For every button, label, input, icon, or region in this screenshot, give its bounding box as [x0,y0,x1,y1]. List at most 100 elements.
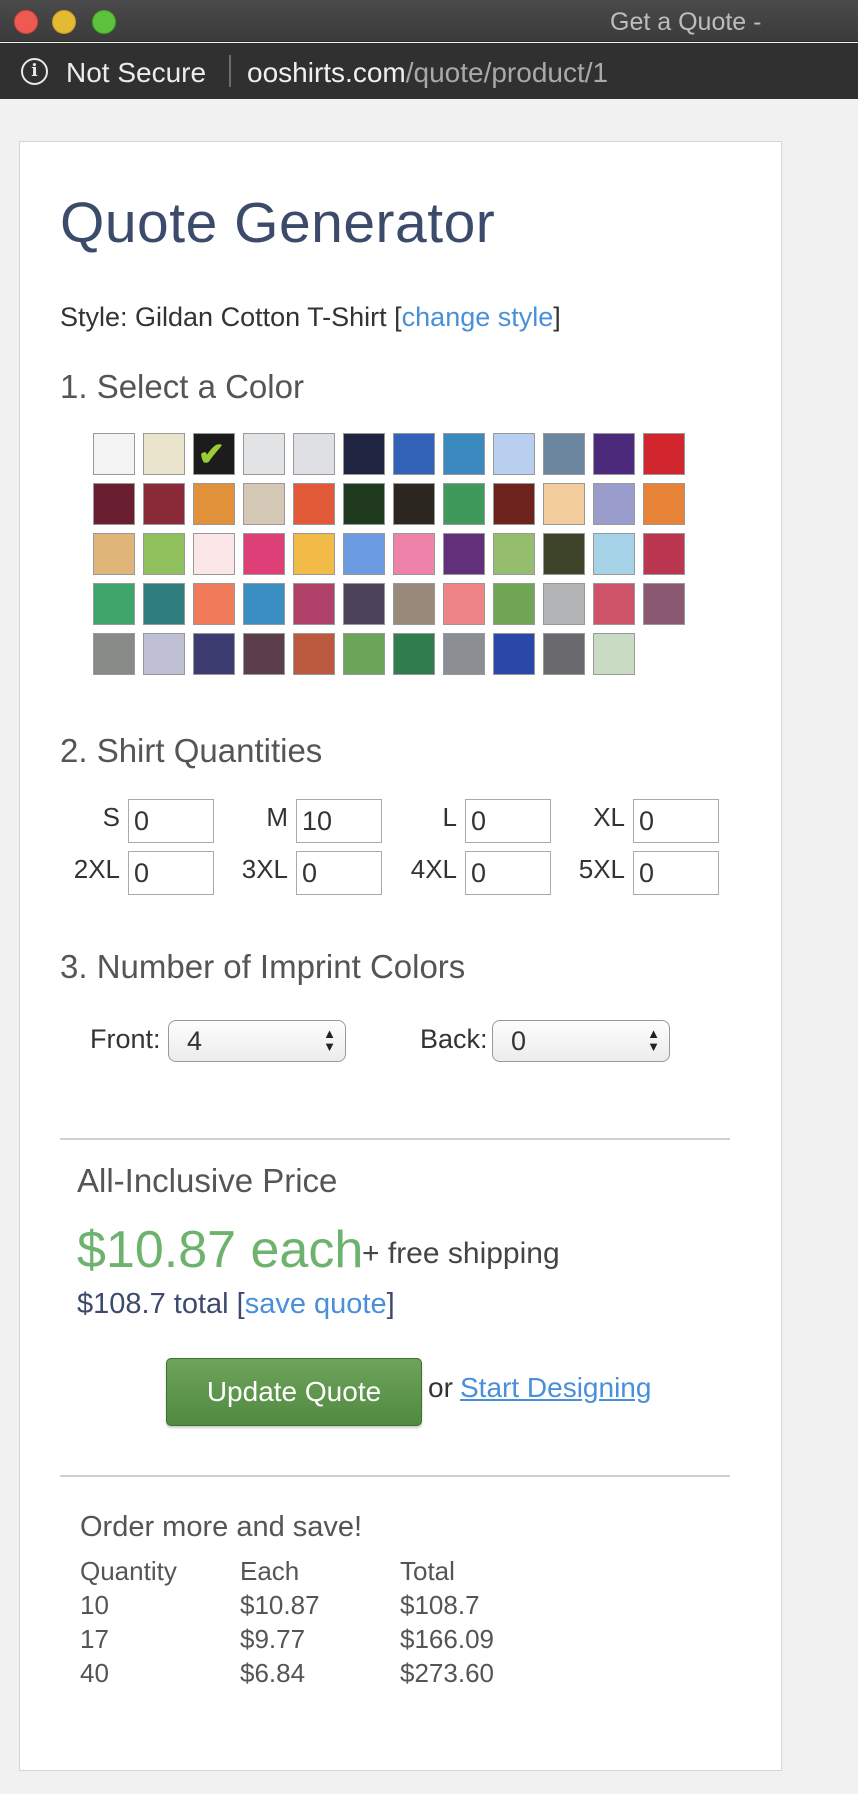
quantity-input[interactable] [128,851,214,895]
close-window-button[interactable] [14,10,38,34]
color-swatch[interactable] [143,483,185,525]
start-designing-link[interactable]: Start Designing [460,1372,651,1404]
color-swatch[interactable] [393,483,435,525]
color-swatch[interactable] [493,483,535,525]
color-swatch[interactable] [293,533,335,575]
color-swatch[interactable] [593,633,635,675]
table-header-cell: Quantity [80,1556,177,1586]
color-swatch[interactable] [543,533,585,575]
color-swatch[interactable] [493,583,535,625]
color-swatch[interactable] [93,433,135,475]
color-swatch[interactable] [343,433,385,475]
color-swatch[interactable] [543,583,585,625]
color-swatch[interactable] [543,633,585,675]
color-swatch[interactable] [493,433,535,475]
select-arrows-icon: ▲ ▼ [323,1026,336,1054]
color-swatch[interactable] [143,533,185,575]
color-swatch[interactable] [343,583,385,625]
quantity-input[interactable] [633,851,719,895]
address-bar[interactable]: i Not Secure ooshirts.com/quote/product/… [0,43,858,99]
color-swatch[interactable] [243,533,285,575]
color-swatch[interactable] [343,483,385,525]
color-swatch[interactable] [193,583,235,625]
quantity-input[interactable] [633,799,719,843]
style-suffix: ] [553,302,561,332]
color-swatch[interactable] [493,533,535,575]
color-swatch[interactable] [243,633,285,675]
color-swatch[interactable] [193,483,235,525]
color-swatch[interactable] [443,583,485,625]
color-swatch[interactable] [93,583,135,625]
order-divider [60,1475,730,1477]
color-swatch[interactable] [393,583,435,625]
quantity-input[interactable] [465,799,551,843]
back-label: Back: [420,1024,488,1054]
select-color-heading: 1. Select a Color [60,368,304,405]
color-swatch[interactable] [593,483,635,525]
minimize-window-button[interactable] [52,10,76,34]
color-swatch[interactable] [443,533,485,575]
info-icon[interactable]: i [21,58,48,85]
color-swatch[interactable] [393,533,435,575]
or-text: or [428,1372,453,1403]
color-swatch[interactable] [193,633,235,675]
color-swatch[interactable] [93,633,135,675]
back-colors-select[interactable]: 0 ▲ ▼ [492,1020,670,1062]
quantity-input[interactable] [296,799,382,843]
window-title: Get a Quote - [610,8,762,36]
color-swatch[interactable] [443,433,485,475]
color-swatch[interactable] [293,433,335,475]
color-swatch[interactable] [543,433,585,475]
imprint-colors-heading: 3. Number of Imprint Colors [60,948,466,985]
quantity-input[interactable] [296,851,382,895]
front-colors-select[interactable]: 4 ▲ ▼ [168,1020,346,1062]
color-swatch[interactable] [643,533,685,575]
color-swatch[interactable] [293,483,335,525]
price-each: $10.87 each [77,1221,364,1279]
quantity-input[interactable] [465,851,551,895]
color-swatch[interactable] [293,633,335,675]
color-swatch[interactable] [593,433,635,475]
color-swatch[interactable] [343,533,385,575]
color-swatch[interactable] [93,483,135,525]
color-swatch[interactable] [643,583,685,625]
color-swatch[interactable] [143,633,185,675]
quantity-input[interactable] [128,799,214,843]
color-swatch[interactable] [243,483,285,525]
color-swatch[interactable] [643,483,685,525]
window-titlebar: Get a Quote - [0,0,858,42]
color-swatch[interactable] [193,533,235,575]
color-swatch[interactable] [343,633,385,675]
color-swatch[interactable] [293,583,335,625]
shirt-quantities-heading: 2. Shirt Quantities [60,732,323,769]
color-swatch[interactable] [243,433,285,475]
total-line: $108.7 total [save quote] [77,1288,395,1320]
color-swatch[interactable] [593,583,635,625]
front-colors-value: 4 [187,1026,203,1056]
color-swatch[interactable]: ✔ [193,433,235,475]
color-swatch[interactable] [143,433,185,475]
color-swatch[interactable] [243,583,285,625]
save-quote-link[interactable]: save quote [245,1288,387,1320]
color-swatch[interactable] [143,583,185,625]
color-swatch[interactable] [443,633,485,675]
update-quote-button[interactable]: Update Quote [166,1358,422,1426]
color-swatch[interactable] [93,533,135,575]
color-swatch[interactable] [593,533,635,575]
color-swatch[interactable] [393,433,435,475]
url-text[interactable]: ooshirts.com/quote/product/1 [247,57,608,89]
zoom-window-button[interactable] [92,10,116,34]
table-cell: 40 [80,1658,109,1688]
free-shipping-note: + free shipping [362,1237,560,1270]
color-swatch[interactable] [543,483,585,525]
table-cell: 10 [80,1590,109,1620]
color-swatch[interactable] [393,633,435,675]
color-swatch[interactable] [493,633,535,675]
size-label: 5XL [578,854,625,884]
change-style-link[interactable]: change style [402,302,554,332]
table-cell: $166.09 [400,1624,494,1654]
url-host: ooshirts.com [247,57,406,88]
color-swatch[interactable] [443,483,485,525]
security-label[interactable]: Not Secure [66,57,206,89]
color-swatch[interactable] [643,433,685,475]
